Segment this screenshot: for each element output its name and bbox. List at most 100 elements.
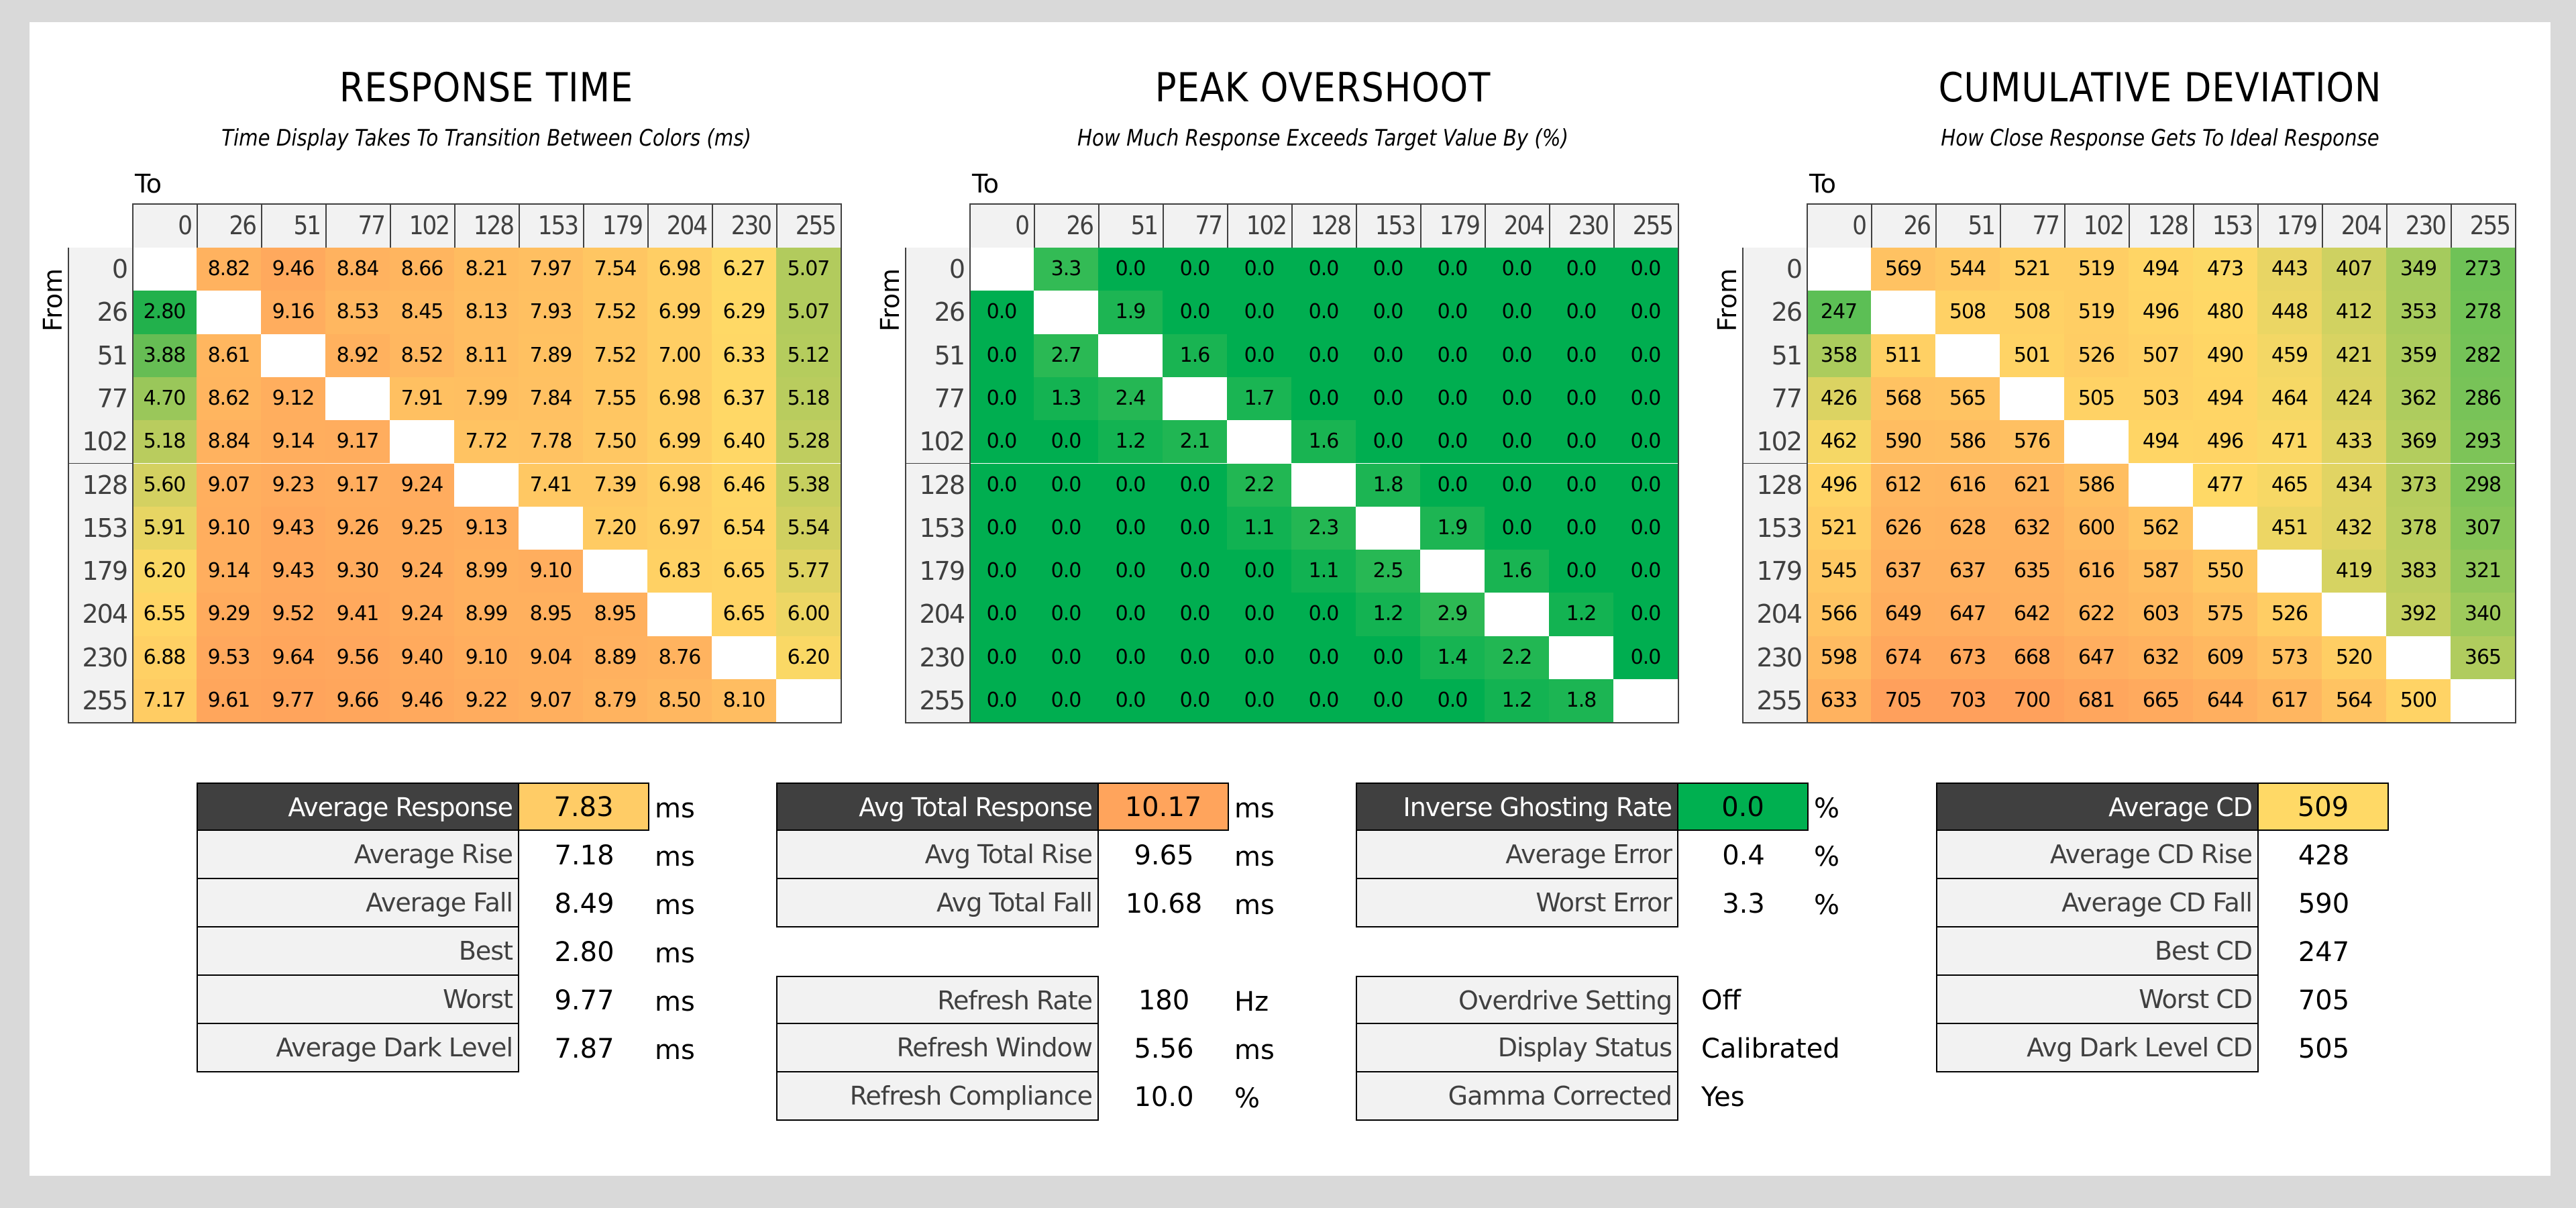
heatmap-cell: 3.88 (132, 334, 197, 377)
heatmap-cell: 0.0 (1549, 248, 1613, 291)
heatmap-cell: 0.0 (1613, 463, 1678, 507)
heatmap-cell: 609 (2193, 636, 2257, 679)
heatmap-cell: 0.0 (1291, 248, 1356, 291)
heatmap-cell: 496 (2193, 420, 2257, 464)
column-header: 0 (1807, 203, 1872, 249)
heatmap-cell: 9.10 (197, 506, 261, 550)
column-header: 77 (2000, 203, 2065, 249)
from-axis-label: From (875, 268, 905, 332)
average-fall-unit: ms (655, 890, 695, 921)
heatmap-cell: 503 (2129, 376, 2193, 421)
heatmap-cell: 8.82 (197, 248, 261, 291)
heatmap-cell: 5.38 (776, 463, 841, 507)
worst-cd-label: Worst CD (1936, 976, 2259, 1024)
heatmap-cell (325, 376, 390, 421)
heatmap-cell: 7.52 (583, 291, 647, 334)
heatmap-cell (583, 550, 647, 593)
heatmap-cell: 392 (2386, 593, 2451, 636)
row-header: 204 (68, 593, 133, 638)
row-header: 77 (1742, 376, 1808, 422)
heatmap-cell (1227, 420, 1291, 464)
heatmap-cell: 0.0 (1613, 636, 1678, 679)
heatmap-cell: 0.0 (1163, 291, 1227, 334)
column-header: 255 (1613, 203, 1679, 249)
heatmap-cell: 5.77 (776, 550, 841, 593)
heatmap-cell: 9.14 (197, 550, 261, 593)
heatmap-cell: 0.0 (1549, 506, 1613, 550)
heatmap-cell: 443 (2257, 248, 2322, 291)
heatmap-cell: 521 (1807, 506, 1871, 550)
column-header: 255 (2451, 203, 2516, 249)
row-header: 204 (905, 593, 971, 638)
heatmap-cell: 2.7 (1034, 334, 1098, 377)
heatmap-cell: 633 (1807, 679, 1871, 723)
heatmap-cell: 6.29 (712, 291, 776, 334)
heatmap-cell: 412 (2322, 291, 2386, 334)
row-header: 102 (1742, 420, 1808, 465)
heatmap-cell: 496 (1807, 463, 1871, 507)
heatmap-cell: 0.0 (1549, 550, 1613, 593)
heatmap-cell (1807, 248, 1871, 291)
heatmap-cell: 9.77 (261, 679, 325, 723)
avg-total-response-value: 10.17 (1099, 783, 1229, 831)
heatmap-cell: 520 (2322, 636, 2386, 679)
heatmap-cell: 590 (1871, 420, 1935, 464)
heatmap-cell: 0.0 (1549, 334, 1613, 377)
heatmap-cell: 0.0 (969, 636, 1034, 679)
heatmap-cell: 544 (1935, 248, 2000, 291)
heatmap-cell: 9.24 (390, 593, 454, 636)
from-axis-label: From (38, 268, 68, 332)
heatmap-cell: 480 (2193, 291, 2257, 334)
heatmap-cell: 383 (2386, 550, 2451, 593)
column-header: 26 (197, 203, 262, 249)
heatmap-cell: 0.0 (969, 376, 1034, 421)
heatmap-cell: 0.0 (1356, 334, 1420, 377)
heatmap-cell: 617 (2257, 679, 2322, 723)
heatmap-cell: 0.0 (1227, 550, 1291, 593)
heatmap-cell (454, 463, 519, 507)
heatmap-cell: 0.0 (1420, 679, 1485, 723)
heatmap-cell: 6.20 (132, 550, 197, 593)
heatmap-cell (1356, 506, 1420, 550)
row-header: 51 (905, 334, 971, 379)
average-dark-level-unit: ms (655, 1035, 695, 1066)
heatmap-cell: 2.5 (1356, 550, 1420, 593)
heatmap-cell (1291, 463, 1356, 507)
heatmap-cell: 8.52 (390, 334, 454, 377)
heatmap-cell: 5.07 (776, 291, 841, 334)
from-axis-label: From (1713, 268, 1742, 332)
cumulative-deviation-subtitle: How Close Response Gets To Ideal Respons… (1941, 125, 2379, 152)
heatmap-cell: 0.0 (969, 679, 1034, 723)
heatmap-cell: 0.0 (1034, 550, 1098, 593)
heatmap-cell: 508 (2000, 291, 2064, 334)
heatmap-cell: 321 (2451, 550, 2515, 593)
heatmap-cell: 7.93 (519, 291, 583, 334)
row-header: 255 (1742, 679, 1808, 724)
heatmap-cell: 0.0 (1034, 679, 1098, 723)
row-header: 77 (905, 376, 971, 422)
heatmap-cell: 473 (2193, 248, 2257, 291)
heatmap-cell (1034, 291, 1098, 334)
average-dark-level-value: 7.87 (554, 1034, 614, 1064)
gamma-corrected-value: Yes (1701, 1082, 1745, 1113)
heatmap-cell: 521 (2000, 248, 2064, 291)
heatmap-cell: 5.28 (776, 420, 841, 464)
heatmap-cell: 562 (2129, 506, 2193, 550)
gamma-corrected-label: Gamma Corrected (1356, 1072, 1678, 1121)
row-header: 230 (905, 636, 971, 681)
heatmap-cell: 3.3 (1034, 248, 1098, 291)
heatmap-cell: 494 (2129, 420, 2193, 464)
heatmap-cell: 9.13 (454, 506, 519, 550)
heatmap-cell: 5.54 (776, 506, 841, 550)
worst-error-label: Worst Error (1356, 879, 1678, 927)
heatmap-cell: 626 (1871, 506, 1935, 550)
row-header: 204 (1742, 593, 1808, 638)
heatmap-cell: 8.99 (454, 550, 519, 593)
heatmap-cell: 378 (2386, 506, 2451, 550)
heatmap-cell: 2.9 (1420, 593, 1485, 636)
best-cd-value: 247 (2298, 937, 2350, 968)
row-header: 77 (68, 376, 133, 422)
column-header: 102 (390, 203, 455, 249)
heatmap-cell: 5.12 (776, 334, 841, 377)
heatmap-cell: 0.0 (1485, 376, 1549, 421)
